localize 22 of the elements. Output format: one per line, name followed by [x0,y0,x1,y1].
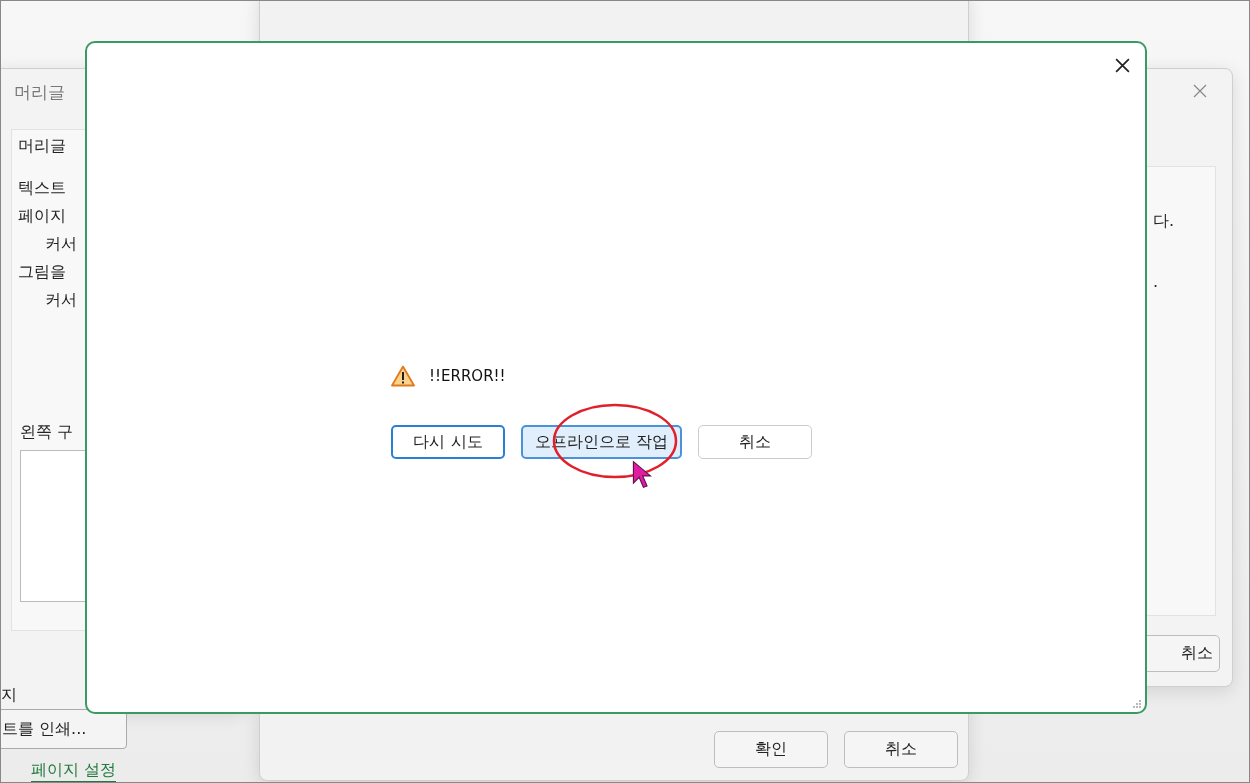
page-setup-link[interactable]: 페이지 설정 [31,760,117,782]
dialog-button[interactable]: 취소 [698,425,813,459]
resize-grip-icon[interactable] [1132,699,1142,709]
section-label: 왼쪽 구 [20,422,74,443]
cursor-icon [632,460,652,489]
dialog-button[interactable]: 다시 시도 [391,425,505,459]
option-label: 그림을 [18,261,67,283]
option-label: 페이지 [18,205,67,227]
tab[interactable]: 머리글 [18,136,66,157]
option-label: 텍스트 [18,177,67,199]
warning-icon [391,365,415,387]
message-text: 다. [1153,211,1175,232]
dialog-button[interactable]: 취소 [844,731,958,768]
dialog-button[interactable]: 확인 [714,731,828,768]
dropdown[interactable]: 트를 인쇄... [1,709,127,749]
error-message: !!ERROR!! [429,367,506,385]
window-title: 머리글 [14,81,65,104]
message-text: . [1153,272,1159,291]
close-icon[interactable] [1114,57,1131,74]
option-label: 커서 [44,233,77,255]
option-label: 지 [1,685,17,706]
option-label: 커서 [44,289,77,311]
